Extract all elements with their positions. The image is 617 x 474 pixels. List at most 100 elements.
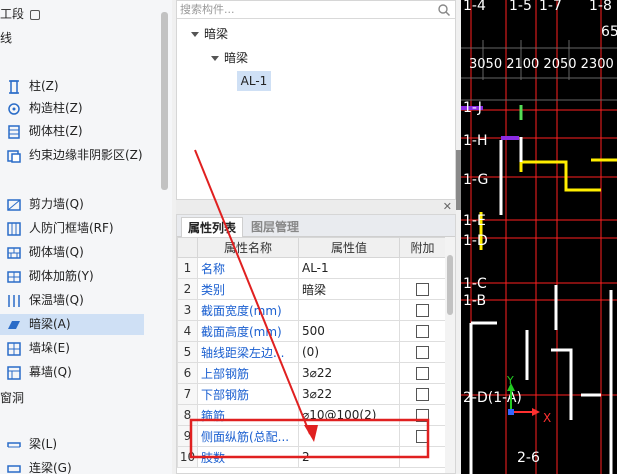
- property-add-cell: [399, 425, 446, 447]
- property-add-cell: [399, 257, 446, 279]
- nav-item-label: 约束边缘非阴影区(Z): [29, 148, 143, 162]
- nav-item-label: 保温墙(Q): [29, 293, 84, 307]
- property-row[interactable]: 10 肢数 2: [177, 446, 446, 468]
- attach-checkbox[interactable]: [416, 388, 429, 401]
- attach-checkbox[interactable]: [416, 304, 429, 317]
- axis-side-label: 1-H: [463, 133, 488, 149]
- nav-item-curtain-wall[interactable]: 幕墙(Q): [0, 362, 144, 383]
- nav-item-hidden-beam[interactable]: 暗梁(A): [0, 314, 144, 335]
- row-number: 7: [177, 383, 198, 405]
- scroll-thumb[interactable]: [447, 255, 453, 315]
- property-value[interactable]: (0): [298, 341, 400, 363]
- structural-column-icon: [6, 101, 22, 117]
- attach-checkbox[interactable]: [416, 346, 429, 359]
- property-row[interactable]: 4 截面高度(mm) 500: [177, 320, 446, 342]
- row-number: 9: [177, 425, 198, 447]
- axis-top-label: 1-5: [509, 0, 532, 14]
- search-input[interactable]: [180, 2, 430, 17]
- property-row[interactable]: 7 下部钢筋 3⌀22: [177, 383, 446, 405]
- grid-header-value: 属性值: [298, 237, 400, 258]
- property-value[interactable]: 500: [298, 320, 400, 342]
- dimension-label: 65: [601, 24, 617, 40]
- axis-side-label: 1-G: [463, 172, 488, 188]
- shear-wall-icon: [6, 197, 22, 213]
- property-value[interactable]: ⌀10@100(2): [298, 404, 400, 426]
- left-panel-scrollbar[interactable]: [161, 12, 168, 190]
- property-add-cell: [399, 299, 446, 321]
- panel-divider[interactable]: ✕: [176, 200, 456, 214]
- property-name: 轴线距梁左边...: [197, 341, 299, 363]
- nav-item-label: 构造柱(Z): [29, 101, 83, 115]
- property-value[interactable]: AL-1: [298, 257, 400, 279]
- property-name: 上部钢筋: [197, 362, 299, 384]
- row-number: 6: [177, 362, 198, 384]
- masonry-wall-icon: [6, 245, 22, 261]
- tree-node-root[interactable]: 暗梁: [191, 24, 228, 44]
- axis-bottom-number: 2-6: [517, 450, 540, 466]
- drawing-canvas[interactable]: 1-4 1-5 1-7 1-8 65 3050 2100 2050 2300 1…: [461, 0, 617, 474]
- attach-checkbox[interactable]: [416, 283, 429, 296]
- nav-item-constraint-edge[interactable]: 约束边缘非阴影区(Z): [0, 145, 144, 166]
- nav-item-label: 连梁(G): [29, 461, 72, 474]
- property-value[interactable]: 2: [298, 446, 400, 468]
- nav-item-label: 梁(L): [29, 437, 58, 451]
- property-value[interactable]: [298, 299, 400, 321]
- curtain-wall-icon: [6, 365, 22, 381]
- property-value[interactable]: 3⌀22: [298, 383, 400, 405]
- property-value[interactable]: 暗梁: [298, 278, 400, 300]
- nav-item-wall-pier[interactable]: 墙垛(E): [0, 338, 144, 359]
- nav-item-coupling-beam[interactable]: 连梁(G): [0, 458, 144, 474]
- expand-arrow-icon[interactable]: [191, 32, 199, 37]
- attach-checkbox[interactable]: [416, 409, 429, 422]
- axis-side-label: 1-E: [463, 213, 486, 229]
- component-nav-panel: 工段 线 柱(Z) 构造柱(Z) 砌体柱(Z) 约束边缘非阴影区(Z) 剪力墙(Q) 人防…: [0, 0, 172, 474]
- property-scrollbar[interactable]: [445, 237, 455, 473]
- property-row[interactable]: 5 轴线距梁左边... (0): [177, 341, 446, 363]
- nav-item-label: 墙垛(E): [29, 341, 70, 355]
- property-row[interactable]: 3 截面宽度(mm): [177, 299, 446, 321]
- property-add-cell: [399, 383, 446, 405]
- grid-header-add: 附加: [399, 237, 446, 258]
- expand-arrow-icon[interactable]: [211, 56, 219, 61]
- axis-side-label: 1-J: [463, 100, 482, 116]
- tree-node-al1[interactable]: AL-1: [237, 71, 271, 91]
- tree-node-child[interactable]: 暗梁: [211, 48, 248, 68]
- pin-icon[interactable]: [29, 9, 40, 20]
- property-value[interactable]: 3⌀22: [298, 362, 400, 384]
- dimension-chain: 3050 2100 2050 2300: [469, 57, 614, 72]
- property-row[interactable]: 2 类别 暗梁: [177, 278, 446, 300]
- hidden-beam-icon: [6, 317, 22, 333]
- nav-item-structural-column[interactable]: 构造柱(Z): [0, 98, 144, 119]
- section-title: 工段: [0, 7, 25, 21]
- property-panel: 属性列表 图层管理 属性名称 属性值 附加 1 名称 AL-1 2 类别 暗梁 3 截面宽度(…: [176, 214, 456, 474]
- attach-checkbox[interactable]: [416, 325, 429, 338]
- property-row[interactable]: 6 上部钢筋 3⌀22: [177, 362, 446, 384]
- search-icon[interactable]: [437, 3, 451, 17]
- nav-item-beam[interactable]: 梁(L): [0, 434, 144, 455]
- property-add-cell: [399, 362, 446, 384]
- nav-item-masonry-column[interactable]: 砌体柱(Z): [0, 121, 144, 142]
- property-row[interactable]: 1 名称 AL-1: [177, 257, 446, 279]
- nav-item-masonry-wall[interactable]: 砌体墙(Q): [0, 242, 144, 263]
- tab-properties[interactable]: 属性列表: [181, 217, 244, 237]
- attach-checkbox[interactable]: [416, 367, 429, 380]
- property-row[interactable]: 8 箍筋 ⌀10@100(2): [177, 404, 446, 426]
- property-name: 名称: [197, 257, 299, 279]
- tab-layers[interactable]: 图层管理: [245, 217, 305, 237]
- property-name: 箍筋: [197, 404, 299, 426]
- grid-header-num: [177, 237, 198, 258]
- nav-item-civil-defense-door-wall[interactable]: 人防门框墙(RF): [0, 218, 144, 239]
- property-value[interactable]: [298, 425, 400, 447]
- masonry-column-icon: [6, 124, 22, 140]
- nav-item-insulation-wall[interactable]: 保温墙(Q): [0, 290, 144, 311]
- constraint-edge-icon: [6, 148, 22, 164]
- property-name: 肢数: [197, 446, 299, 468]
- close-icon[interactable]: ✕: [443, 200, 452, 214]
- beam-icon: [6, 437, 22, 453]
- nav-item-shear-wall[interactable]: 剪力墙(Q): [0, 194, 144, 215]
- axis-bottom-label: 2-D(1-A): [463, 390, 522, 406]
- property-row[interactable]: 9 侧面纵筋(总配...: [177, 425, 446, 447]
- nav-item-masonry-rebar[interactable]: 砌体加筋(Y): [0, 266, 144, 287]
- attach-checkbox[interactable]: [416, 430, 429, 443]
- nav-item-column[interactable]: 柱(Z): [0, 76, 144, 97]
